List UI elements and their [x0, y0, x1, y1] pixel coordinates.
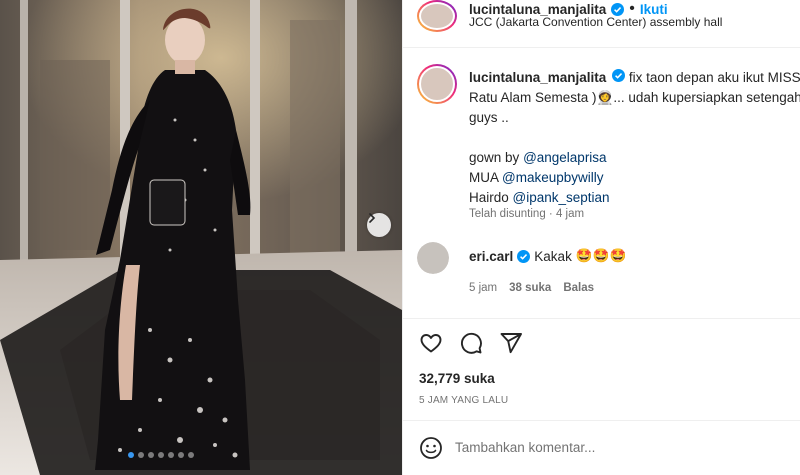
post-header: lucintaluna_manjalita • Ikuti JCC (Jakar…	[403, 0, 800, 48]
chevron-right-icon	[369, 213, 376, 223]
photo-image	[0, 0, 402, 475]
reply-button[interactable]: Balas	[563, 282, 594, 294]
verified-badge-icon	[611, 2, 625, 16]
comment-text: eri.carl Kakak 🤩🤩🤩	[469, 248, 626, 264]
action-icons	[419, 331, 523, 355]
add-comment-input[interactable]	[455, 435, 785, 459]
post-photo[interactable]	[0, 0, 402, 475]
carousel-dot	[128, 452, 134, 458]
emoji-picker-button[interactable]	[419, 436, 443, 465]
caption-meta: Telah disunting · 4 jam	[469, 208, 585, 220]
carousel-dot	[158, 452, 164, 458]
heart-outline-icon	[420, 334, 442, 353]
caption-line-2: Ratu Alam Semesta )	[469, 90, 597, 105]
caption-line-1: fix taon depan aku ikut MISS (	[628, 70, 800, 85]
mention-angelaprisa[interactable]: @angelaprisa	[523, 150, 607, 165]
mention-ipank-septian[interactable]: @ipank_septian	[513, 190, 610, 205]
carousel-next-button[interactable]	[367, 213, 391, 237]
credit-hair-label: Hairdo	[469, 190, 509, 205]
carousel-dot	[178, 452, 184, 458]
mention-makeupbywilly[interactable]: @makeupbywilly	[502, 170, 604, 185]
credit-gown-label: gown by	[469, 150, 520, 165]
post-location[interactable]: JCC (Jakarta Convention Center) assembly…	[469, 15, 722, 29]
posted-time[interactable]: 5 JAM YANG LALU	[419, 395, 508, 406]
caption-text: lucintaluna_manjalita fix taon depan aku…	[469, 68, 800, 208]
caption-username[interactable]: lucintaluna_manjalita	[469, 70, 606, 85]
caption-line-3: guys ..	[469, 110, 509, 125]
carousel-dot	[148, 452, 154, 458]
likes-count[interactable]: 32,779 suka	[419, 371, 495, 386]
credit-mua-label: MUA	[469, 170, 499, 185]
astronaut-emoji: 👩‍🚀	[596, 90, 614, 105]
comment-emojis: 🤩🤩🤩	[575, 248, 627, 263]
post-details-panel: lucintaluna_manjalita • Ikuti JCC (Jakar…	[402, 0, 800, 475]
carousel-dot	[168, 452, 174, 458]
commenter-avatar[interactable]	[417, 242, 449, 274]
verified-badge-icon	[517, 249, 531, 263]
smiley-icon	[420, 437, 442, 459]
comment-button[interactable]	[459, 331, 483, 355]
comment-time[interactable]: 5 jam	[469, 282, 497, 294]
commenter-username[interactable]: eri.carl	[469, 249, 513, 264]
carousel-dot	[188, 452, 194, 458]
comment-likes[interactable]: 38 suka	[509, 282, 551, 294]
like-button[interactable]	[419, 331, 443, 355]
comment-body: Kakak	[534, 248, 572, 264]
add-comment-bar	[403, 420, 800, 475]
carousel-dot	[138, 452, 144, 458]
share-button[interactable]	[499, 331, 523, 355]
comment-bubble-icon	[461, 332, 482, 354]
author-avatar[interactable]	[417, 0, 457, 32]
caption-line-2-tail: ... udah kupersiapkan setengah	[613, 90, 800, 105]
comment-meta: 5 jam 38 suka Balas	[469, 282, 594, 294]
carousel-indicator	[128, 452, 194, 458]
paper-plane-icon	[500, 333, 522, 354]
caption-author-avatar[interactable]	[417, 64, 457, 104]
verified-badge-icon	[612, 69, 626, 82]
